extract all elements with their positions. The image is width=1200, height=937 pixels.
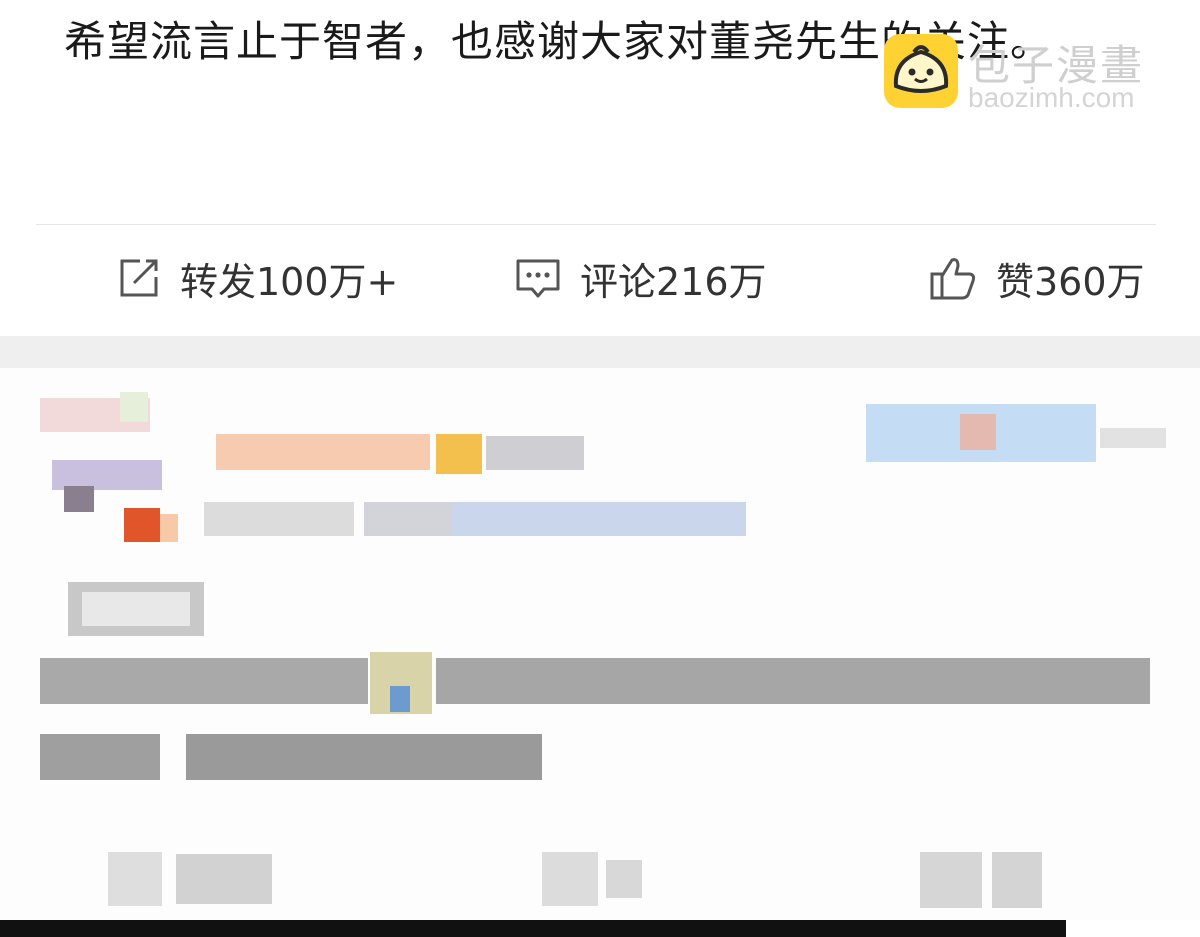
like-button[interactable]: 赞360万 (928, 252, 1145, 304)
blurred-block (606, 860, 642, 898)
blurred-block[interactable] (542, 852, 598, 906)
blurred-block (204, 502, 354, 536)
comment-button[interactable]: 评论216万 (514, 252, 767, 304)
baozi-logo-icon (884, 34, 958, 108)
bottom-strip (0, 920, 1066, 937)
comment-icon (516, 259, 560, 298)
blurred-block (124, 508, 160, 542)
blurred-block (436, 658, 1150, 704)
blurred-block (390, 686, 410, 712)
watermark-domain: baozimh.com (968, 82, 1135, 113)
blurred-block (486, 436, 584, 470)
watermark: 包子漫畫 baozimh.com (884, 32, 1184, 116)
section-gap (0, 336, 1200, 368)
blurred-block (364, 502, 454, 536)
blurred-block (452, 502, 746, 536)
repost-label: 转发100万+ (180, 259, 399, 304)
blurred-block[interactable] (920, 852, 982, 908)
blurred-block (40, 734, 160, 780)
blurred-block[interactable] (108, 852, 162, 906)
repost-button[interactable]: 转发100万+ (116, 252, 398, 304)
blurred-block (186, 734, 542, 780)
blurred-block (82, 592, 190, 626)
blurred-block (40, 658, 368, 704)
blurred-block (64, 486, 94, 512)
blurred-block (160, 514, 178, 542)
blurred-comment-card (0, 368, 1200, 920)
like-label: 赞360万 (996, 259, 1145, 304)
blurred-block (1100, 428, 1166, 448)
blurred-block (436, 434, 482, 474)
blurred-block (120, 392, 148, 422)
blurred-block (992, 852, 1042, 908)
blurred-block (960, 414, 996, 450)
repost-icon (120, 259, 158, 297)
comment-label: 评论216万 (580, 259, 767, 304)
blurred-block (176, 854, 272, 904)
blurred-block (216, 434, 430, 470)
like-icon (930, 258, 976, 300)
divider (36, 224, 1156, 225)
